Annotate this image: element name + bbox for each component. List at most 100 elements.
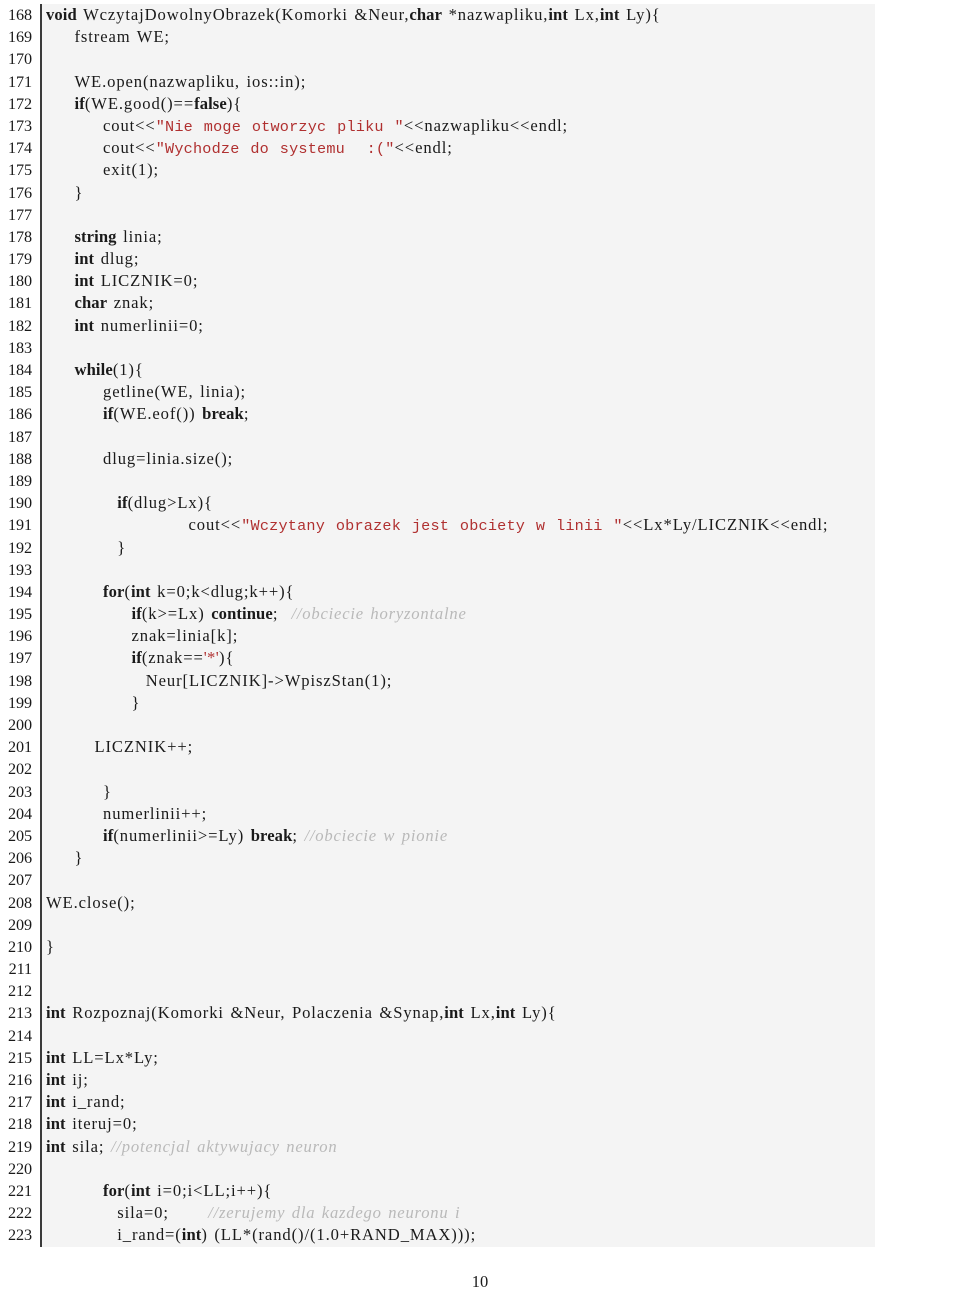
code-line: 195 if(k>=Lx) continue; //obciecie horyzo… [0,603,960,626]
token-str: "Nie moge otworzyc pliku " [155,117,404,136]
token-id: ; [272,604,292,624]
code-line: 203} [0,780,960,803]
token-id: Rozpoznaj(Komorki &Neur, Polaczenia &Syn… [65,1003,445,1023]
code-text: dlug=linia.size(); [46,448,233,470]
code-line: 219 int sila; //potencjal aktywujacy neur… [0,1135,960,1158]
token-id: LICZNIK=0; [94,271,199,291]
code-line: 192} [0,536,960,559]
line-number: 203 [8,782,32,801]
code-line: 190 if(dlug>Lx){ [0,492,960,515]
token-id: i=0;i<LL;i++){ [150,1180,273,1200]
page-canvas: 168 void WczytajDowolnyObrazek(Komorki &N… [0,0,960,1296]
code-text: for(int k=0;k<dlug;k++){ [46,581,294,603]
code-line: 210} [0,935,960,959]
listing-background-strip [40,536,875,559]
code-line: 169 fstream WE; [0,26,960,49]
listing-background-strip [40,181,875,204]
listing-background-strip [40,469,875,493]
code-line: 172 if(WE.good()==false){ [0,92,960,115]
line-number: 212 [8,982,32,1001]
token-kw: for [103,1180,125,1200]
code-line: 185 getline(WE, linia); [0,381,960,404]
token-id: cout<< [103,138,156,158]
token-id: } [117,537,127,557]
code-line: 186 if(WE.eof()) break; [0,403,960,426]
token-kw: int [46,1136,66,1156]
listing-background-strip [40,48,875,71]
code-text: } [46,781,112,803]
code-line: 182 int numerlinii=0; [0,314,960,337]
code-line: 179 int dlug; [0,248,960,271]
line-number: 194 [8,582,32,601]
token-id: dlug; [94,249,140,269]
code-line: 187 [0,425,960,448]
code-text: cout<<"Wychodze do systemu :("<<endl; [46,137,453,160]
code-text: cout<<"Wczytany obrazek jest obciety w l… [46,514,828,537]
code-line: 202 [0,758,960,781]
line-number: 208 [8,893,32,912]
token-id: Ly){ [619,5,661,24]
token-id: } [74,182,84,202]
token-kw: char [74,293,108,313]
token-kw: int [74,271,95,291]
token-id: (dlug>Lx){ [127,493,213,513]
code-text: getline(WE, linia); [46,381,246,403]
listing-background-strip [40,891,875,914]
listing-background-strip [40,913,875,936]
listing-background-strip [40,958,875,981]
listing-background-strip [40,691,875,714]
token-id: } [103,781,112,801]
code-line: 223 i_rand=(int) (LL*(rand()/(1.0+RAND_MA… [0,1224,960,1247]
code-text: if(numerlinii>=Ly) break; //obciecie w p… [46,825,448,847]
line-number: 197 [8,649,32,668]
code-line: 181 char znak; [0,292,960,315]
code-text: string linia; [46,226,163,248]
code-line: 205 if(numerlinii>=Ly) break; //obciecie … [0,824,960,848]
line-number: 179 [8,250,32,269]
line-number: 205 [8,826,32,845]
token-id: znak=linia[k]; [131,626,239,646]
listing-background-strip [40,248,875,271]
line-number: 171 [8,72,32,91]
token-id: getline(WE, linia); [103,382,247,402]
token-kw: int [74,315,95,335]
line-number: 180 [8,272,32,291]
code-line: 193 [0,558,960,581]
listing-background-strip [40,869,875,892]
token-kw: int [599,5,620,24]
listing-background-strip [40,359,875,382]
code-line: 191 cout<<"Wczytany obrazek jest obciety … [0,514,960,537]
token-id: i_rand; [65,1092,126,1112]
token-kw: int [444,1003,464,1023]
line-number: 219 [8,1137,32,1156]
token-id: WczytajDowolnyObrazek(Komorki &Neur, [76,5,410,24]
code-text: for(int i=0;i<LL;i++){ [46,1180,272,1202]
token-kw: char [409,5,443,24]
line-number: 189 [8,471,32,490]
code-line: 207 [0,869,960,892]
code-line: 188 dlug=linia.size(); [0,447,960,470]
token-cmt: //obciecie w pionie [304,825,449,845]
token-id: cout<< [188,515,242,535]
line-number: 186 [8,405,32,424]
token-id: } [46,936,55,956]
line-number: 210 [8,937,32,956]
token-kw: if [131,648,142,668]
token-id: fstream WE; [74,27,170,47]
code-line: 196 znak=linia[k]; [0,625,960,648]
token-kw: int [46,1114,66,1134]
line-number: 217 [8,1093,32,1112]
token-id: numerlinii++; [103,803,208,823]
token-id: } [131,692,141,712]
token-id: <<endl; [394,138,453,158]
code-line: 216 int ij; [0,1069,960,1092]
listing-background-strip [40,1157,875,1180]
token-id: (WE.eof()) [113,404,203,424]
token-id: Lx, [463,1003,496,1023]
token-kw: if [74,93,85,113]
listing-background-strip [40,336,875,359]
token-kw: break [250,825,293,845]
listing-background-strip [40,758,875,781]
code-line: 177 [0,203,960,226]
line-number: 174 [8,139,32,158]
